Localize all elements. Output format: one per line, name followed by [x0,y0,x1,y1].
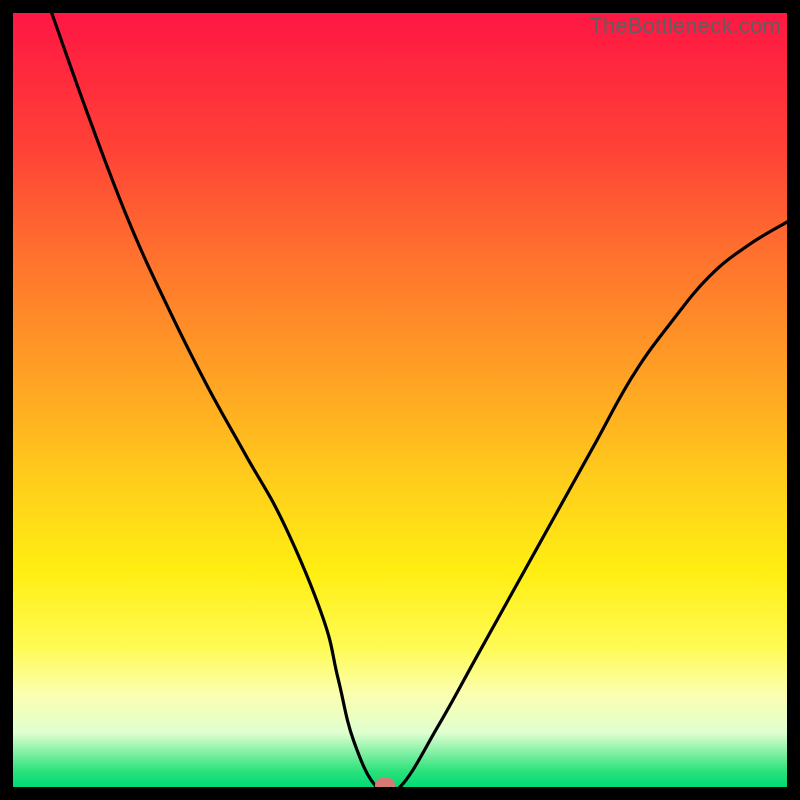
curve-svg [13,13,787,787]
minimum-marker [375,778,395,787]
chart-container: TheBottleneck.com [0,0,800,800]
bottleneck-curve [52,13,787,787]
plot-area: TheBottleneck.com [13,13,787,787]
